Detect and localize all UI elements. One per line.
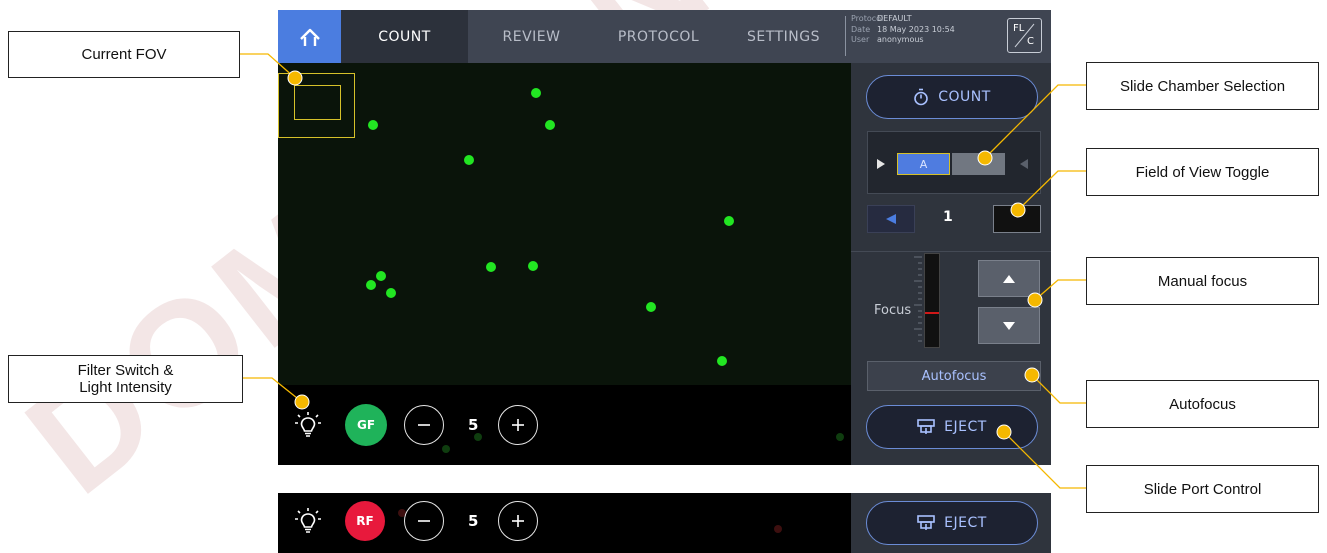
callout-filter-switch: Filter Switch & Light Intensity — [8, 355, 243, 403]
focus-position-marker — [925, 312, 939, 314]
cell — [486, 262, 496, 272]
cell — [528, 261, 538, 271]
arrow-left-icon — [886, 214, 896, 224]
eject-button-label: EJECT — [944, 419, 987, 435]
tab-settings[interactable]: SETTINGS — [722, 10, 845, 63]
filter-rf-button[interactable]: RF — [345, 501, 385, 541]
intensity-level: 5 — [468, 416, 479, 434]
control-panel: COUNT A 1 Focus Autofocus EJECT — [851, 63, 1051, 465]
eject-button-label: EJECT — [944, 515, 987, 531]
light-bulb-icon[interactable] — [295, 411, 321, 439]
focus-position-track — [924, 253, 940, 348]
autofocus-button[interactable]: Autofocus — [867, 361, 1041, 391]
mode-c-label: C — [1027, 36, 1034, 47]
callout-current-fov: Current FOV — [8, 31, 240, 78]
fov-prev-button[interactable] — [867, 205, 915, 233]
eject-button[interactable]: EJECT — [866, 405, 1038, 449]
plus-icon — [512, 515, 524, 527]
light-bulb-icon[interactable] — [295, 507, 321, 535]
mode-toggle-button[interactable]: FL C — [1007, 18, 1042, 53]
fov-inner-box — [294, 85, 341, 120]
user-value: anonymous — [877, 35, 924, 44]
callout-slide-port: Slide Port Control — [1086, 465, 1319, 513]
home-icon — [299, 28, 320, 46]
play-right-icon[interactable] — [876, 158, 886, 170]
protocol-key: Protocol — [851, 14, 884, 23]
control-panel-rf: EJECT — [851, 493, 1051, 553]
eject-tray-icon — [917, 419, 935, 434]
rf-control-strip: RF 5 EJECT — [278, 493, 1051, 553]
home-button[interactable] — [278, 10, 341, 63]
cell — [531, 88, 541, 98]
date-key: Date — [851, 24, 871, 34]
cell — [464, 155, 474, 165]
chamber-b-button[interactable] — [952, 153, 1005, 175]
fov-number: 1 — [943, 209, 953, 225]
focus-up-button[interactable] — [978, 260, 1040, 297]
filter-gf-button[interactable]: GF — [345, 404, 387, 446]
cell — [717, 356, 727, 366]
minus-icon — [418, 520, 430, 522]
top-nav-bar: COUNT REVIEW PROTOCOL SETTINGS Protocol D… — [278, 10, 1051, 63]
count-button[interactable]: COUNT — [866, 75, 1038, 119]
intensity-level: 5 — [468, 512, 479, 530]
intensity-decrease-button[interactable] — [404, 501, 444, 541]
callout-slide-chamber: Slide Chamber Selection — [1086, 62, 1319, 110]
focus-scale — [914, 256, 922, 342]
cell — [386, 288, 396, 298]
plus-icon — [512, 419, 524, 431]
current-fov-indicator — [278, 73, 355, 138]
focus-down-button[interactable] — [978, 307, 1040, 344]
protocol-value: DEFAULT — [877, 14, 912, 23]
chamber-a-button[interactable]: A — [897, 153, 950, 175]
intensity-increase-button[interactable] — [498, 405, 538, 445]
tab-count[interactable]: COUNT — [341, 10, 468, 63]
cell — [376, 271, 386, 281]
user-key: User — [851, 35, 870, 44]
session-info: Protocol DEFAULT Date 18 May 2023 10:54 Us… — [851, 14, 1001, 46]
mode-fl-label: FL — [1013, 23, 1025, 34]
triangle-down-icon — [1003, 321, 1015, 330]
intensity-increase-button[interactable] — [498, 501, 538, 541]
cell — [545, 120, 555, 130]
intensity-decrease-button[interactable] — [404, 405, 444, 445]
minus-icon — [418, 424, 430, 426]
tab-protocol[interactable]: PROTOCOL — [595, 10, 722, 63]
callout-filter-line1: Filter Switch & — [77, 362, 174, 379]
cell — [366, 280, 376, 290]
play-left-icon[interactable] — [1019, 158, 1029, 170]
count-button-label: COUNT — [938, 89, 991, 105]
cell — [368, 120, 378, 130]
stopwatch-icon — [914, 88, 929, 106]
slide-chamber-selector: A — [867, 131, 1041, 194]
fov-next-button[interactable] — [993, 205, 1041, 233]
info-divider — [845, 16, 846, 56]
eject-button[interactable]: EJECT — [866, 501, 1038, 545]
callout-filter-line2: Light Intensity — [79, 379, 172, 396]
cell — [724, 216, 734, 226]
tab-review[interactable]: REVIEW — [468, 10, 595, 63]
cell — [646, 302, 656, 312]
triangle-up-icon — [1003, 274, 1015, 283]
callout-manual-focus: Manual focus — [1086, 257, 1319, 305]
callout-autofocus: Autofocus — [1086, 380, 1319, 428]
date-value: 18 May 2023 10:54 — [877, 24, 955, 34]
callout-fov-toggle: Field of View Toggle — [1086, 148, 1319, 196]
device-screen: COUNT REVIEW PROTOCOL SETTINGS Protocol D… — [278, 10, 1051, 465]
eject-tray-icon — [917, 515, 935, 530]
